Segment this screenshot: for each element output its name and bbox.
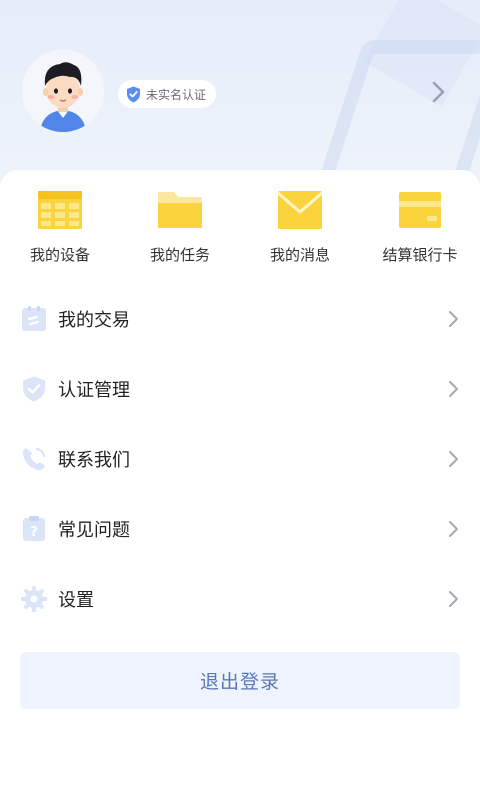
shortcut-label: 我的消息	[269, 246, 330, 264]
chevron-right-icon	[449, 591, 458, 607]
shield-icon	[23, 376, 45, 402]
folder-icon	[158, 192, 202, 228]
shortcut-label: 结算银行卡	[382, 246, 458, 264]
menu-item-label: 认证管理	[58, 380, 130, 401]
profile-header: 未实名认证	[0, 0, 480, 190]
menu-item-contact-us[interactable]: 联系我们	[0, 424, 480, 494]
verification-badge[interactable]: 未实名认证	[118, 80, 217, 108]
shortcut-label: 我的设备	[29, 246, 90, 264]
shortcut-my-tasks[interactable]: 我的任务	[120, 188, 240, 268]
question-icon: ?	[23, 516, 45, 541]
avatar-icon	[22, 50, 104, 132]
menu-item-faq[interactable]: ? 常见问题	[0, 494, 480, 564]
menu-item-transactions[interactable]: 我的交易	[0, 284, 480, 354]
logout-button[interactable]: 退出登录	[20, 652, 460, 709]
menu-item-verification[interactable]: 认证管理	[0, 354, 480, 424]
chevron-right-icon	[449, 381, 458, 397]
shield-check-icon	[127, 86, 140, 102]
phone-icon	[23, 447, 46, 471]
avatar[interactable]	[22, 50, 104, 132]
chevron-right-icon	[449, 521, 458, 537]
transaction-icon	[22, 306, 46, 331]
chevron-right-icon[interactable]	[428, 80, 448, 104]
shortcut-label: 我的任务	[149, 246, 210, 264]
device-table-icon	[38, 191, 82, 229]
verification-badge-label: 未实名认证	[146, 87, 207, 102]
bank-card-icon	[399, 192, 441, 228]
menu-item-label: 常见问题	[58, 520, 130, 541]
menu-item-label: 我的交易	[58, 310, 130, 331]
svg-text:?: ?	[30, 525, 38, 540]
shortcut-my-messages[interactable]: 我的消息	[240, 188, 360, 268]
chevron-right-icon	[449, 451, 458, 467]
menu-item-label: 联系我们	[58, 450, 130, 471]
menu-item-settings[interactable]: 设置	[0, 564, 480, 634]
shortcut-bank-card[interactable]: 结算银行卡	[360, 188, 480, 268]
menu-item-label: 设置	[58, 590, 94, 611]
shortcut-my-devices[interactable]: 我的设备	[0, 188, 120, 268]
shortcut-grid: 我的设备 我的任务 我的消息 结算银行卡	[0, 188, 480, 268]
menu-list: 我的交易 认证管理 联系我们 ? 常见问题 设置	[0, 284, 480, 634]
decorative-shape	[296, 40, 480, 190]
gear-icon	[21, 586, 47, 612]
envelope-icon	[277, 191, 323, 229]
chevron-right-icon	[449, 311, 458, 327]
